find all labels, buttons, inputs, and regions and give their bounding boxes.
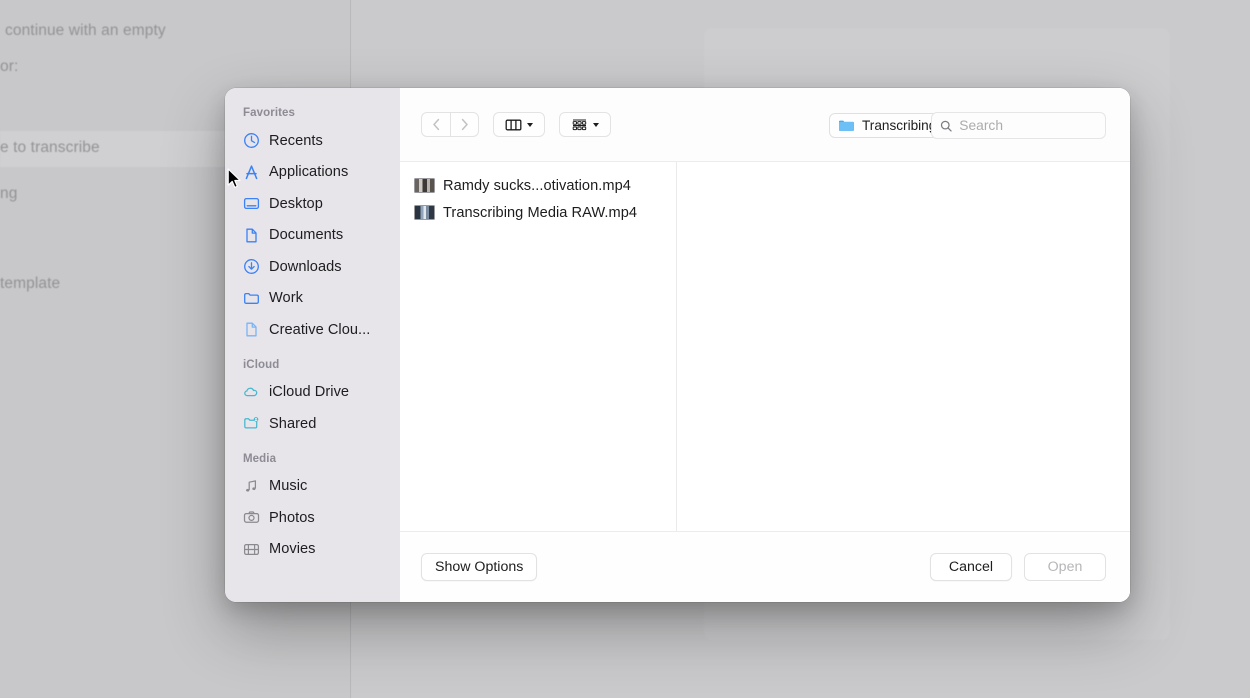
- search-input[interactable]: [959, 118, 1097, 133]
- sidebar-item-label: Music: [269, 478, 308, 495]
- file-browser: Ramdy sucks...otivation.mp4 Transcribing…: [400, 162, 1130, 532]
- group-by-button[interactable]: [559, 112, 611, 137]
- chevron-down-icon: [593, 122, 599, 127]
- sidebar-header-icloud: iCloud: [243, 358, 280, 371]
- chevron-down-icon: [527, 122, 533, 127]
- back-button[interactable]: [421, 112, 450, 137]
- dialog-action-bar: Show Options Cancel Open: [400, 532, 1130, 602]
- forward-button[interactable]: [450, 112, 479, 137]
- sidebar-item-label: Recents: [269, 132, 323, 149]
- desktop-icon: [243, 195, 260, 212]
- open-button[interactable]: Open: [1024, 553, 1106, 581]
- video-thumbnail-icon: [414, 205, 435, 220]
- sidebar-item-desktop[interactable]: Desktop: [225, 188, 400, 220]
- column-view-icon: [505, 119, 522, 130]
- camera-icon: [243, 509, 260, 526]
- sidebar-section-icloud: iCloud iCloud Drive Shared: [225, 359, 400, 440]
- list-item[interactable]: Ramdy sucks...otivation.mp4: [400, 172, 676, 199]
- preview-column: [677, 162, 1130, 531]
- folder-icon: [243, 290, 260, 307]
- sidebar-item-icloud-drive[interactable]: iCloud Drive: [225, 377, 400, 409]
- sidebar-item-documents[interactable]: Documents: [225, 220, 400, 252]
- film-icon: [243, 541, 260, 558]
- chevron-right-icon: [461, 118, 468, 131]
- download-icon: [243, 258, 260, 275]
- sidebar-item-label: Movies: [269, 541, 316, 558]
- sidebar-item-creative-cloud[interactable]: Creative Clou...: [225, 314, 400, 346]
- sidebar-item-label: iCloud Drive: [269, 384, 350, 401]
- shared-folder-icon: [243, 415, 260, 432]
- sidebar-item-recents[interactable]: Recents: [225, 125, 400, 157]
- cloud-icon: [243, 384, 260, 401]
- toolbar: Transcribing Media: [400, 88, 1130, 162]
- search-icon: [940, 120, 952, 132]
- backdrop-text-1: or:: [0, 58, 19, 75]
- backdrop-text-2: e to transcribe: [0, 139, 100, 156]
- file-name: Transcribing Media RAW.mp4: [443, 204, 638, 221]
- sidebar: Favorites Recents Applications Desktop D…: [225, 88, 400, 602]
- show-options-button[interactable]: Show Options: [421, 553, 538, 581]
- sidebar-item-movies[interactable]: Movies: [225, 534, 400, 566]
- sidebar-item-label: Desktop: [269, 195, 323, 212]
- document-icon: [243, 321, 260, 338]
- sidebar-item-music[interactable]: Music: [225, 471, 400, 503]
- sidebar-item-label: Creative Clou...: [269, 321, 371, 338]
- sidebar-section-favorites: Favorites Recents Applications Desktop D…: [225, 107, 400, 346]
- backdrop-text-3: ng: [0, 185, 18, 202]
- sidebar-item-label: Documents: [269, 227, 344, 244]
- sidebar-item-label: Shared: [269, 415, 317, 432]
- sidebar-header-favorites: Favorites: [243, 107, 296, 119]
- list-item[interactable]: Transcribing Media RAW.mp4: [400, 199, 676, 226]
- backdrop-text-0: continue with an empty: [5, 22, 166, 39]
- sidebar-item-photos[interactable]: Photos: [225, 502, 400, 534]
- sidebar-item-applications[interactable]: Applications: [225, 157, 400, 189]
- file-name: Ramdy sucks...otivation.mp4: [443, 177, 631, 194]
- sidebar-item-label: Photos: [269, 509, 315, 526]
- music-note-icon: [243, 478, 260, 495]
- dialog-main: Transcribing Media Ramdy sucks...otivati…: [400, 88, 1130, 602]
- backdrop-text-4: template: [0, 275, 61, 292]
- sidebar-item-work[interactable]: Work: [225, 283, 400, 315]
- file-list-column[interactable]: Ramdy sucks...otivation.mp4 Transcribing…: [400, 162, 677, 531]
- sidebar-header-media: Media: [243, 452, 277, 465]
- open-file-dialog: Favorites Recents Applications Desktop D…: [225, 88, 1130, 602]
- cancel-button[interactable]: Cancel: [930, 553, 1012, 581]
- clock-icon: [243, 132, 260, 149]
- video-thumbnail-icon: [414, 178, 435, 193]
- sidebar-item-label: Applications: [269, 164, 349, 181]
- sidebar-section-media: Media Music Photos Movies: [225, 453, 400, 566]
- sidebar-item-shared[interactable]: Shared: [225, 408, 400, 440]
- document-icon: [243, 227, 260, 244]
- folder-icon: [839, 120, 854, 131]
- applications-icon: [243, 164, 260, 181]
- sidebar-item-downloads[interactable]: Downloads: [225, 251, 400, 283]
- sidebar-item-label: Downloads: [269, 258, 342, 275]
- sidebar-item-label: Work: [269, 290, 303, 307]
- chevron-left-icon: [432, 118, 439, 131]
- nav-buttons-group: [421, 112, 479, 137]
- search-box[interactable]: [931, 112, 1106, 139]
- view-mode-button[interactable]: [493, 112, 545, 137]
- group-by-icon: [572, 118, 587, 130]
